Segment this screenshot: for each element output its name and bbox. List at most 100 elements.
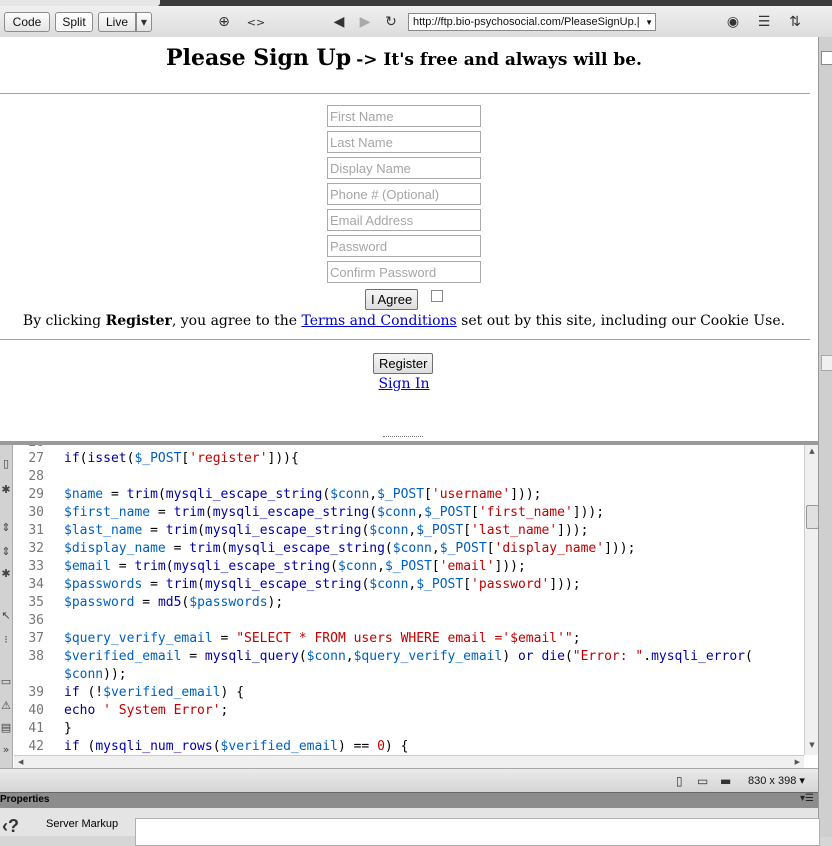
help-icon[interactable]: ‹? <box>2 816 19 837</box>
chevron-down-icon[interactable]: ▼ <box>645 14 653 30</box>
line-number: 41 <box>28 721 44 736</box>
line-number: 36 <box>28 613 44 628</box>
page-subtitle: -> It's free and always will be. <box>356 50 642 70</box>
divider-top <box>0 93 810 94</box>
code-line: $first_name = trim(mysqli_escape_string(… <box>64 505 605 520</box>
email-input[interactable] <box>327 209 481 231</box>
sign-in-link[interactable]: Sign In <box>0 376 808 392</box>
divider-bottom <box>0 339 810 340</box>
i-agree-button[interactable]: I Agree <box>365 289 419 310</box>
code-line: if(isset($_POST['register'])){ <box>64 451 299 466</box>
code-line: $password = md5($passwords); <box>64 595 284 610</box>
code-navigator-icon[interactable]: <> <box>247 13 265 31</box>
live-view-dropdown[interactable]: ▼ <box>136 12 152 32</box>
first-name-input[interactable] <box>327 105 481 127</box>
terms-post: set out by this site, including our Cook… <box>456 313 786 329</box>
scroll-left-icon[interactable]: ◀ <box>18 756 23 768</box>
code-line: $query_verify_email = "SELECT * FROM use… <box>64 631 581 646</box>
line-number: 34 <box>28 577 44 592</box>
properties-panel-header: Properties ▾☰ <box>0 792 818 809</box>
line-number: 29 <box>28 487 44 502</box>
panel-menu-icon[interactable]: ▾☰ <box>800 793 814 804</box>
confirm-password-input[interactable] <box>327 261 481 283</box>
code-vertical-scrollbar[interactable]: ▲ ▼ <box>804 445 818 755</box>
window-size-readout[interactable]: 830 x 398 ▾ <box>748 774 805 787</box>
back-arrow-icon[interactable]: ◀ <box>330 13 348 31</box>
page-heading: Please Sign Up -> It's free and always w… <box>0 45 808 71</box>
mobile-size-icon[interactable]: ▯ <box>676 774 688 788</box>
forward-arrow-icon[interactable]: ▶ <box>356 13 374 31</box>
line-number: 40 <box>28 703 44 718</box>
highlight-invalid-icon[interactable]: ⁝ <box>0 633 12 647</box>
properties-content <box>135 818 820 846</box>
refresh-icon[interactable]: ↻ <box>382 13 400 31</box>
tablet-size-icon[interactable]: ▭ <box>697 774 709 788</box>
terms-bold: Register <box>105 313 172 329</box>
sort-arrows-icon[interactable]: ⇅ <box>786 13 804 31</box>
code-horizontal-scrollbar[interactable]: ◀ ▶ <box>14 755 804 768</box>
code-line: $passwords = trim(mysqli_escape_string($… <box>64 577 581 592</box>
properties-panel: ‹? Server Markup <box>0 808 820 846</box>
line-number: 39 <box>28 685 44 700</box>
more-tools-icon[interactable]: » <box>0 743 12 757</box>
code-line: $name = trim(mysqli_escape_string($conn,… <box>64 487 542 502</box>
inspect-icon[interactable]: ⊕ <box>215 13 233 31</box>
resize-grip[interactable] <box>383 436 423 439</box>
live-view-button[interactable]: Live <box>98 12 136 32</box>
status-bar: ▯ ▭ ▬ 830 x 398 ▾ <box>0 768 818 793</box>
line-number: 42 <box>28 739 44 754</box>
terms-notice: By clicking Register, you agree to the T… <box>0 313 808 329</box>
scroll-up-icon[interactable]: ▲ <box>805 445 818 457</box>
server-markup-label: Server Markup <box>46 818 119 830</box>
list-options-icon[interactable]: ☰ <box>755 13 773 31</box>
address-bar[interactable]: http://ftp.bio-psychosocial.com/PleaseSi… <box>408 13 656 31</box>
code-line: $display_name = trim(mysqli_escape_strin… <box>64 541 636 556</box>
code-line: $conn)); <box>64 667 127 682</box>
properties-title: Properties <box>0 794 50 805</box>
phone-input[interactable] <box>327 183 481 205</box>
line-number: 37 <box>28 631 44 646</box>
line-number: 28 <box>28 469 44 484</box>
globe-icon[interactable]: ◉ <box>724 13 742 31</box>
terms-pre: By clicking <box>22 313 106 329</box>
collapse-tag-icon[interactable]: ✱ <box>0 483 12 497</box>
terms-link[interactable]: Terms and Conditions <box>301 313 456 329</box>
desktop-size-icon[interactable]: ▬ <box>720 774 732 788</box>
apply-comment-icon[interactable]: ▭ <box>0 675 12 689</box>
panel-window[interactable] <box>821 51 832 65</box>
split-view-button[interactable]: Split <box>55 12 93 32</box>
line-number: 38 <box>28 649 44 664</box>
select-parent-icon[interactable]: ⇕ <box>0 545 12 559</box>
page-title: Please Sign Up <box>166 45 352 71</box>
scroll-right-icon[interactable]: ▶ <box>795 756 800 768</box>
code-line: $verified_email = mysqli_query($conn,$qu… <box>64 649 753 664</box>
line-number: 31 <box>28 523 44 538</box>
open-documents-icon[interactable]: ▯ <box>0 457 12 471</box>
line-number: 26 <box>14 445 44 450</box>
expand-all-icon[interactable]: ⇕ <box>0 521 12 535</box>
line-number: 30 <box>28 505 44 520</box>
format-source-icon[interactable]: ▤ <box>0 721 12 735</box>
agree-checkbox[interactable] <box>431 290 443 302</box>
code-line: echo ' System Error'; <box>64 703 229 718</box>
panel-scroll-handle[interactable] <box>821 355 832 371</box>
scroll-down-icon[interactable]: ▼ <box>805 739 818 751</box>
code-line: if (!$verified_email) { <box>64 685 245 700</box>
code-view-button[interactable]: Code <box>4 12 50 32</box>
display-name-input[interactable] <box>327 157 481 179</box>
right-panel-dock <box>818 37 832 837</box>
line-numbers-icon[interactable]: ↖ <box>0 609 12 623</box>
code-line: } <box>64 721 72 736</box>
balance-braces-icon[interactable]: ✱ <box>0 567 12 581</box>
last-name-input[interactable] <box>327 131 481 153</box>
password-input[interactable] <box>327 235 481 257</box>
code-view[interactable]: ▯ ✱ ⇕ ⇕ ✱ ↖ ⁝ ▭ ⚠ ▤ » 26 27 28 29 30 31 … <box>0 445 818 768</box>
register-button[interactable]: Register <box>373 353 434 374</box>
line-number: 32 <box>28 541 44 556</box>
address-url: http://ftp.bio-psychosocial.com/PleaseSi… <box>413 16 640 28</box>
code-toolbar: ▯ ✱ ⇕ ⇕ ✱ ↖ ⁝ ▭ ⚠ ▤ » <box>0 445 13 768</box>
scroll-thumb[interactable] <box>806 505 818 529</box>
code-line: if (mysqli_num_rows($verified_email) == … <box>64 739 409 754</box>
warning-icon[interactable]: ⚠ <box>0 699 12 713</box>
terms-mid: , you agree to the <box>171 313 302 329</box>
